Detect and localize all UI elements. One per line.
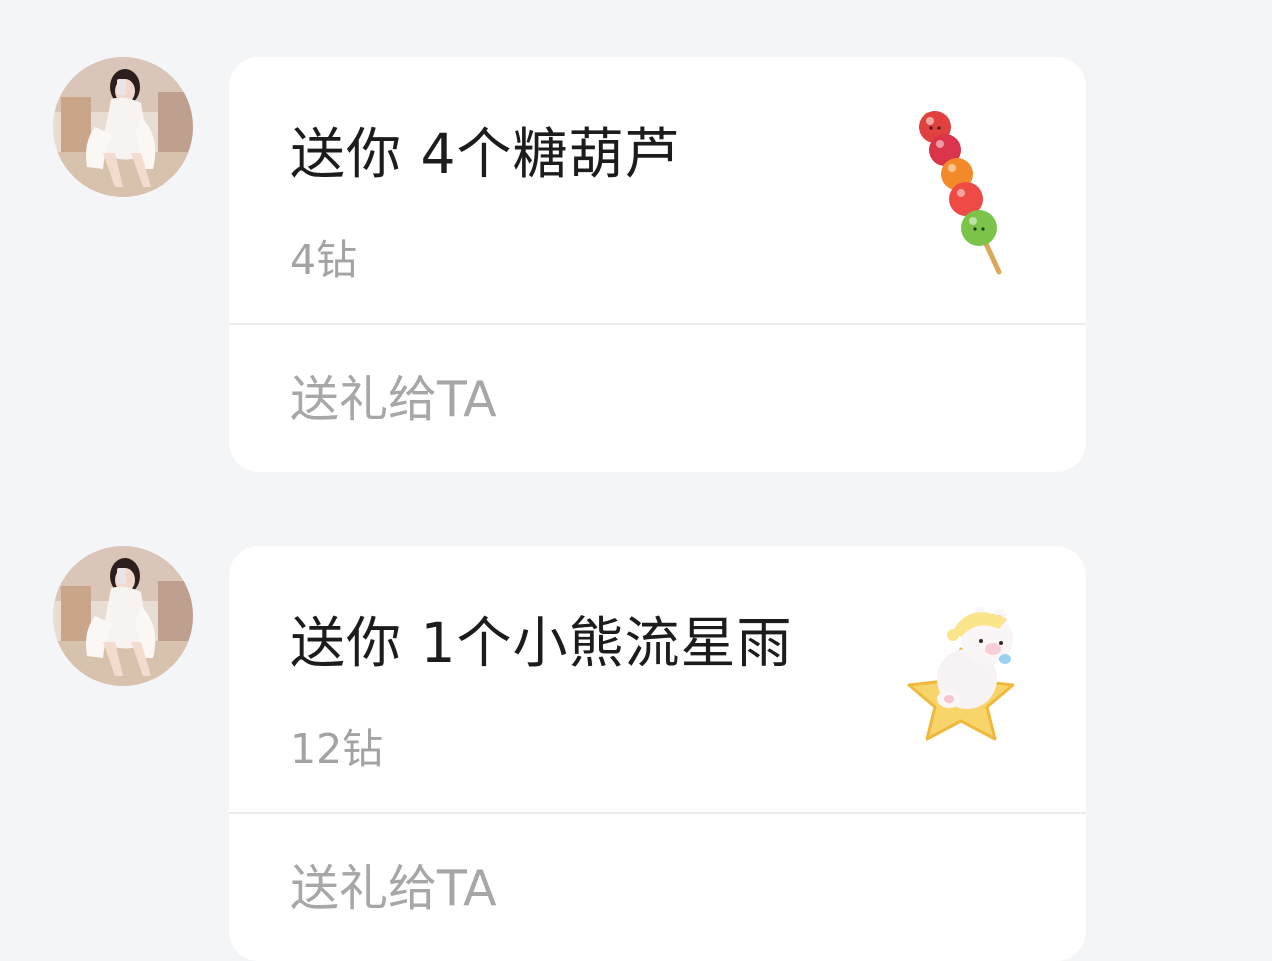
send-gift-button[interactable]: 送礼给TA [229,325,1086,472]
gift-info: 送你 4个糖葫芦 4钻 [229,57,1086,323]
gift-title: 送你 4个糖葫芦 [290,122,681,186]
gift-title: 送你 1个小熊流星雨 [290,611,793,675]
gift-price: 12钻 [290,725,384,773]
send-gift-label: 送礼给TA [290,371,497,428]
candied-haws-icon [909,107,1019,281]
gift-card: 送你 1个小熊流星雨 12钻 送礼给TA [229,546,1086,961]
gift-card: 送你 4个糖葫芦 4钻 送礼给TA [229,57,1086,472]
gift-info: 送你 1个小熊流星雨 12钻 [229,546,1086,812]
gift-price: 4钻 [290,236,358,284]
sender-avatar[interactable] [53,57,193,197]
sender-avatar[interactable] [53,546,193,686]
bear-meteor-shower-icon [889,601,1039,745]
send-gift-label: 送礼给TA [290,860,497,917]
send-gift-button[interactable]: 送礼给TA [229,814,1086,961]
